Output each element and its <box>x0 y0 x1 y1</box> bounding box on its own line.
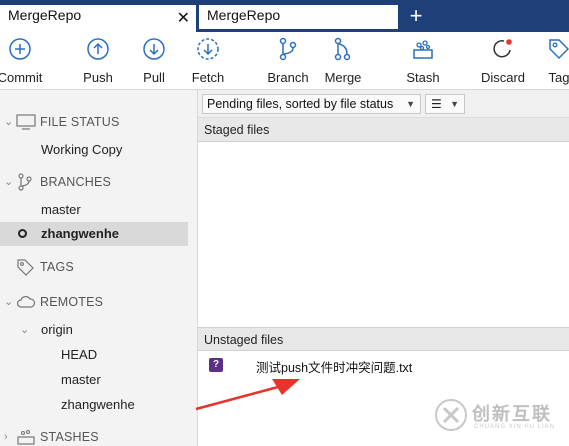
chevron-right-icon[interactable]: › <box>4 425 14 446</box>
view-mode-dropdown[interactable]: ☰ ▼ <box>425 94 465 114</box>
commit-label: Commit <box>0 70 43 85</box>
sidebar-section-branches[interactable]: ⌄ BRANCHES <box>0 170 188 194</box>
branch-button[interactable]: Branch <box>258 36 318 85</box>
tag-label: Tag <box>548 70 569 85</box>
staged-files-label: Staged files <box>204 123 270 137</box>
sidebar-item-remote-head[interactable]: HEAD <box>0 343 188 367</box>
untracked-status-icon: ? <box>209 358 223 372</box>
branch-icon <box>279 37 297 61</box>
stash-icon <box>17 429 35 445</box>
tab-label: MergeRepo <box>207 7 281 23</box>
discard-label: Discard <box>480 70 526 85</box>
chevron-down-icon[interactable]: ⌄ <box>4 110 14 134</box>
add-tab-icon[interactable]: + <box>405 3 427 29</box>
list-view-icon: ☰ <box>431 97 442 111</box>
sidebar-item-label: zhangwenhe <box>41 226 120 241</box>
unstaged-files-header: Unstaged files <box>198 327 569 351</box>
chevron-down-icon: ▼ <box>406 99 415 109</box>
pull-icon <box>143 38 165 60</box>
close-icon[interactable]: ✕ <box>177 8 190 28</box>
push-icon <box>87 38 109 60</box>
annotation-arrow <box>195 379 300 411</box>
sidebar-section-tags[interactable]: TAGS <box>0 255 188 279</box>
unstaged-files-label: Unstaged files <box>204 333 284 347</box>
sidebar-item-label: HEAD <box>61 347 98 362</box>
sidebar-section-label: STASHES <box>40 430 99 444</box>
filter-bar: Pending files, sorted by file status ▼ ☰… <box>198 90 569 118</box>
watermark-logo: 创新互联 CHUANG XIN HU LIAN <box>432 392 567 444</box>
sidebar-section-label: TAGS <box>40 260 74 274</box>
watermark-subtext: CHUANG XIN HU LIAN <box>474 424 556 430</box>
sort-dropdown-value: Pending files, sorted by file status <box>207 97 394 111</box>
sidebar-section-remotes[interactable]: ⌄ REMOTES <box>0 290 188 314</box>
sidebar-section-label: FILE STATUS <box>40 115 120 129</box>
sort-dropdown[interactable]: Pending files, sorted by file status ▼ <box>202 94 421 114</box>
push-label: Push <box>83 70 113 85</box>
chevron-down-icon[interactable]: ⌄ <box>20 318 30 342</box>
commit-icon <box>9 38 31 60</box>
push-button[interactable]: Push <box>68 36 128 85</box>
tag-icon <box>17 259 34 276</box>
branch-icon <box>18 173 32 191</box>
pull-button[interactable]: Pull <box>124 36 184 85</box>
chevron-down-icon[interactable]: ⌄ <box>4 170 14 194</box>
sourcetree-window: MergeRepo ✕ MergeRepo + Commit Push Pull… <box>0 0 569 446</box>
tab-mergerepo[interactable]: MergeRepo <box>199 5 398 29</box>
sidebar-section-file-status[interactable]: ⌄ FILE STATUS <box>0 110 188 134</box>
sidebar-item-remote-master[interactable]: master <box>0 368 188 392</box>
file-name: 测试push文件时冲突问题.txt <box>256 361 413 375</box>
sidebar-item-remote-origin[interactable]: ⌄ origin <box>0 318 188 342</box>
chevron-down-icon[interactable]: ⌄ <box>4 290 14 314</box>
pull-label: Pull <box>143 70 165 85</box>
sidebar-section-label: REMOTES <box>40 295 104 309</box>
cloud-icon <box>16 296 36 308</box>
current-branch-icon <box>18 229 27 238</box>
staged-files-header: Staged files <box>198 118 569 142</box>
sidebar-item-branch-zhangwenhe[interactable]: zhangwenhe <box>0 222 188 246</box>
discard-icon <box>493 39 512 58</box>
merge-label: Merge <box>324 70 362 85</box>
fetch-button[interactable]: Fetch <box>178 36 238 85</box>
toolbar: Commit Push Pull Fetch Branch Merge Stas… <box>0 32 569 90</box>
file-row[interactable]: ? 测试push文件时冲突问题.txt <box>198 354 569 376</box>
monitor-icon <box>16 114 36 130</box>
sidebar-item-branch-master[interactable]: master <box>0 198 188 222</box>
sidebar-item-working-copy[interactable]: Working Copy <box>0 138 188 162</box>
sidebar-item-label: origin <box>41 322 73 337</box>
sidebar-item-label: zhangwenhe <box>61 397 135 412</box>
discard-button[interactable]: Discard <box>473 36 533 85</box>
commit-button[interactable]: Commit <box>0 36 50 85</box>
watermark-text: 创新互联 <box>472 404 552 424</box>
merge-button[interactable]: Merge <box>313 36 373 85</box>
tab-label: MergeRepo <box>8 7 82 23</box>
sidebar-item-label: Working Copy <box>41 142 123 157</box>
merge-icon <box>334 37 351 61</box>
tag-button[interactable]: Tag <box>529 36 569 85</box>
stash-icon <box>413 40 433 59</box>
fetch-icon <box>197 38 219 60</box>
stash-label: Stash <box>406 70 440 85</box>
sidebar-section-label: BRANCHES <box>40 175 112 189</box>
chevron-down-icon: ▼ <box>450 99 459 109</box>
branch-label: Branch <box>267 70 309 85</box>
tag-icon <box>549 39 569 60</box>
sidebar-item-remote-zhangwenhe[interactable]: zhangwenhe <box>0 393 188 417</box>
stash-button[interactable]: Stash <box>393 36 453 85</box>
sidebar-item-label: master <box>41 202 81 217</box>
sidebar-section-stashes[interactable]: › STASHES <box>0 425 188 446</box>
tab-bar: MergeRepo ✕ MergeRepo + <box>0 0 569 32</box>
watermark-emblem <box>435 399 467 431</box>
sidebar-item-label: master <box>61 372 101 387</box>
sidebar: ⌄ FILE STATUS Working Copy ⌄ BRANCHES ma… <box>0 90 198 446</box>
tab-mergerepo-active[interactable]: MergeRepo ✕ <box>0 5 196 32</box>
fetch-label: Fetch <box>191 70 225 85</box>
